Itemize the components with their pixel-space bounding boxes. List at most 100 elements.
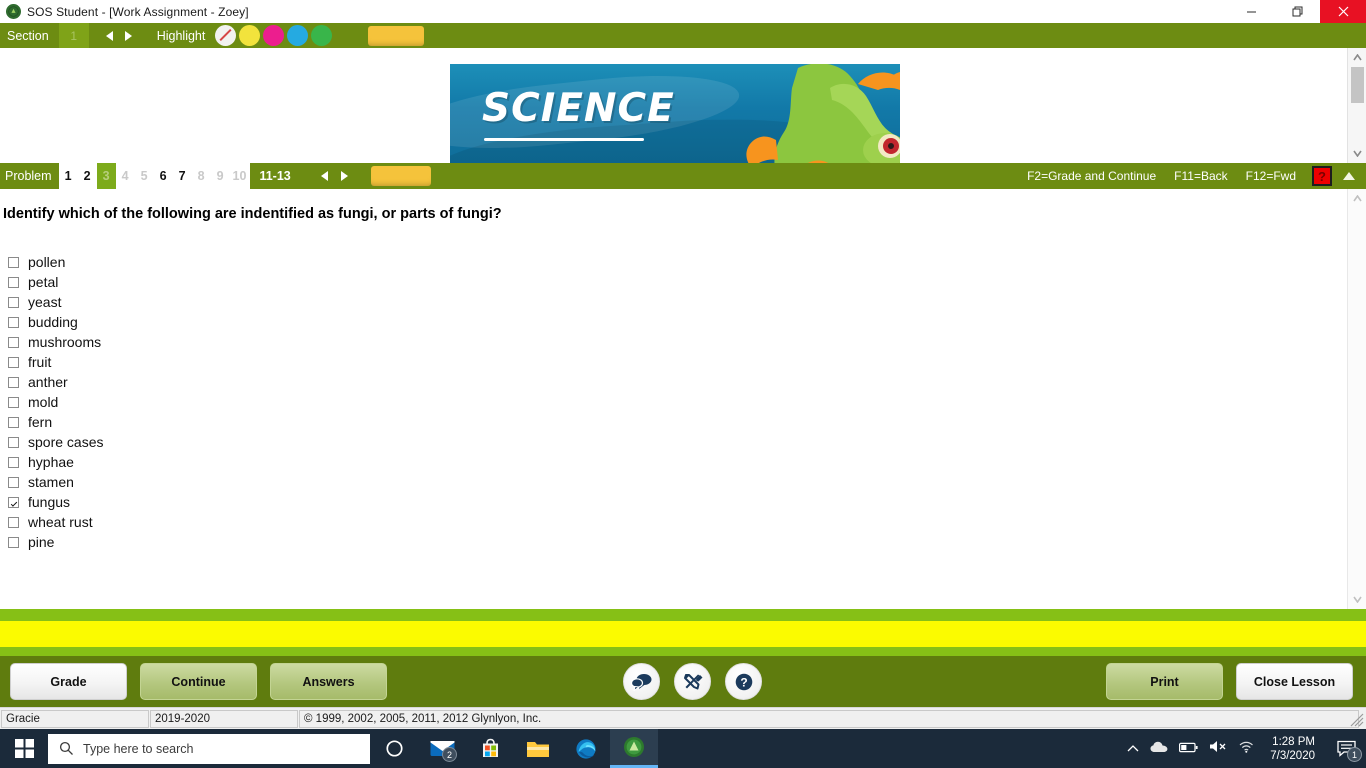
sticky-note-button[interactable] (368, 25, 425, 46)
checkbox-fungus[interactable] (8, 496, 19, 508)
problem-number-4[interactable]: 4 (115, 163, 135, 189)
checkbox-budding[interactable] (8, 316, 19, 328)
file-explorer-icon[interactable] (514, 729, 562, 768)
choice-row-hyphae[interactable]: hyphae (8, 452, 1347, 472)
problem-next-arrow-icon[interactable] (338, 164, 351, 189)
mail-badge: 2 (442, 747, 457, 762)
next-arrow-icon[interactable] (122, 23, 135, 48)
choice-row-petal[interactable]: petal (8, 272, 1347, 292)
minimize-icon[interactable] (1228, 0, 1274, 23)
windows-start-icon[interactable] (0, 729, 48, 768)
choice-row-budding[interactable]: budding (8, 312, 1347, 332)
search-input[interactable]: Type here to search (48, 733, 370, 764)
checkbox-spore-cases[interactable] (8, 436, 19, 448)
banner-scroll-down-icon[interactable] (1348, 144, 1366, 163)
highlight-yellow-swatch[interactable] (239, 25, 261, 46)
continue-button[interactable]: Continue (140, 663, 257, 700)
content-scrollbar[interactable] (1347, 189, 1366, 609)
problem-number-3[interactable]: 3 (96, 163, 116, 189)
checkbox-anther[interactable] (8, 376, 19, 388)
mail-icon[interactable]: 2 (418, 729, 466, 768)
choice-list: pollen petal yeast budding mushrooms fru… (8, 252, 1347, 552)
problem-range-11-13[interactable]: 11-13 (249, 163, 300, 189)
fkey-grade-continue: F2=Grade and Continue (1027, 169, 1157, 183)
checkbox-wheat-rust[interactable] (8, 516, 19, 528)
highlight-none-swatch[interactable] (215, 25, 237, 46)
resize-grip-icon[interactable] (1350, 713, 1364, 727)
highlight-blue-swatch[interactable] (287, 25, 309, 46)
checkbox-hyphae[interactable] (8, 456, 19, 468)
choice-row-wheat-rust[interactable]: wheat rust (8, 512, 1347, 532)
choice-label-mushrooms: mushrooms (28, 334, 102, 350)
onedrive-cloud-icon[interactable] (1150, 740, 1168, 758)
highlight-green-swatch[interactable] (311, 25, 333, 46)
choice-row-anther[interactable]: anther (8, 372, 1347, 392)
problem-number-6[interactable]: 6 (153, 163, 173, 189)
highlight-color-swatches (215, 25, 333, 46)
choice-row-fruit[interactable]: fruit (8, 352, 1347, 372)
microsoft-store-icon[interactable] (466, 729, 514, 768)
fkey-fwd: F12=Fwd (1245, 169, 1296, 183)
checkbox-mold[interactable] (8, 396, 19, 408)
choice-row-spore-cases[interactable]: spore cases (8, 432, 1347, 452)
edge-browser-icon[interactable] (562, 729, 610, 768)
choice-label-stamen: stamen (28, 474, 74, 490)
problem-number-2[interactable]: 2 (77, 163, 97, 189)
checkbox-petal[interactable] (8, 276, 19, 288)
choice-row-fern[interactable]: fern (8, 412, 1347, 432)
prev-arrow-icon[interactable] (103, 23, 116, 48)
collapse-triangle-icon[interactable] (1332, 163, 1366, 189)
choice-label-wheat-rust: wheat rust (28, 514, 93, 530)
grade-button[interactable]: Grade (10, 663, 127, 700)
checkbox-fruit[interactable] (8, 356, 19, 368)
help-question-icon[interactable]: ? (725, 663, 762, 700)
help-question-button[interactable]: ? (1312, 166, 1332, 186)
sos-app-icon[interactable] (610, 729, 658, 768)
close-lesson-button[interactable]: Close Lesson (1236, 663, 1353, 700)
choice-row-mushrooms[interactable]: mushrooms (8, 332, 1347, 352)
wifi-icon[interactable] (1238, 740, 1255, 758)
checkbox-fern[interactable] (8, 416, 19, 428)
problem-number-1[interactable]: 1 (58, 163, 78, 189)
print-button[interactable]: Print (1106, 663, 1223, 700)
restore-icon[interactable] (1274, 0, 1320, 23)
choice-row-pine[interactable]: pine (8, 532, 1347, 552)
utility-icon-group: ? (623, 663, 762, 700)
choice-row-fungus[interactable]: fungus (8, 492, 1347, 512)
cortana-icon[interactable] (370, 729, 418, 768)
choice-row-yeast[interactable]: yeast (8, 292, 1347, 312)
answers-button[interactable]: Answers (270, 663, 387, 700)
problem-nav-arrows (318, 164, 351, 189)
volume-muted-icon[interactable] (1209, 740, 1227, 758)
problem-number-9[interactable]: 9 (210, 163, 230, 189)
problem-number-10[interactable]: 10 (229, 163, 250, 189)
banner-scrollbar[interactable] (1347, 48, 1366, 163)
checkbox-yeast[interactable] (8, 296, 19, 308)
highlight-pink-swatch[interactable] (263, 25, 285, 46)
chat-bubbles-icon[interactable] (623, 663, 660, 700)
choice-row-pollen[interactable]: pollen (8, 252, 1347, 272)
problem-number-7[interactable]: 7 (172, 163, 192, 189)
close-icon[interactable] (1320, 0, 1366, 23)
taskbar-clock[interactable]: 1:28 PM 7/3/2020 (1270, 735, 1315, 763)
content-scroll-up-icon[interactable] (1348, 189, 1366, 208)
notification-icon[interactable]: 1 (1326, 729, 1366, 768)
choice-row-stamen[interactable]: stamen (8, 472, 1347, 492)
checkbox-pollen[interactable] (8, 256, 19, 268)
problem-number-5[interactable]: 5 (134, 163, 154, 189)
content-scroll-down-icon[interactable] (1348, 590, 1366, 609)
tree-frog-illustration (746, 64, 900, 163)
problem-prev-arrow-icon[interactable] (318, 164, 331, 189)
problem-number-8[interactable]: 8 (191, 163, 211, 189)
problem-sticky-note-button[interactable] (370, 166, 431, 186)
tools-icon[interactable] (674, 663, 711, 700)
checkbox-stamen[interactable] (8, 476, 19, 488)
chevron-up-icon[interactable] (1127, 740, 1139, 758)
banner-scroll-thumb[interactable] (1351, 67, 1364, 103)
checkbox-mushrooms[interactable] (8, 336, 19, 348)
checkbox-pine[interactable] (8, 536, 19, 548)
section-number[interactable]: 1 (58, 23, 89, 48)
choice-row-mold[interactable]: mold (8, 392, 1347, 412)
banner-scroll-up-icon[interactable] (1348, 48, 1366, 67)
battery-icon[interactable] (1179, 740, 1198, 758)
